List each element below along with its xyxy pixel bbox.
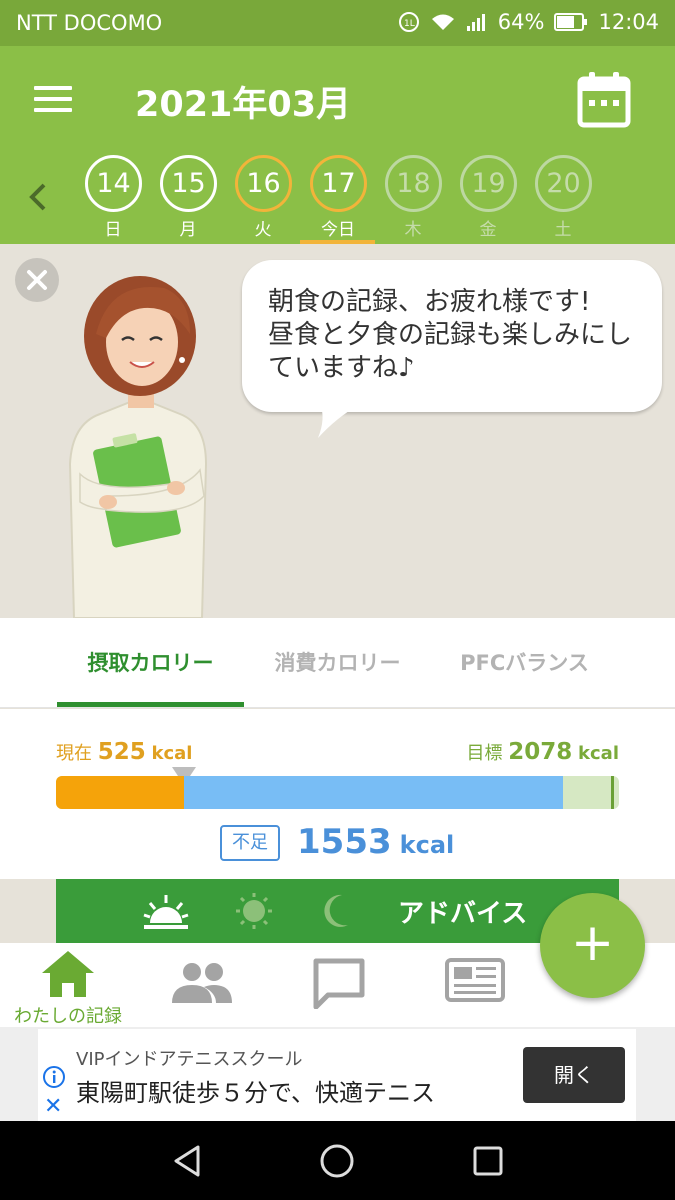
dinner-moon-icon (324, 894, 348, 927)
advisor-message-bubble: 朝食の記録、お疲れ様です! 昼食と夕食の記録も楽しみにし ていますね♪ (242, 260, 662, 412)
day-number: 14 (85, 155, 142, 212)
recents-icon[interactable] (470, 1143, 506, 1179)
day-number: 19 (460, 155, 517, 212)
ad-card[interactable]: ✕ VIPインドアテニススクール 東陽町駅徒歩５分で、快適テニス 開く (38, 1029, 636, 1121)
day-label: 火 (254, 220, 272, 240)
tab-active-indicator (57, 702, 244, 707)
goal-value: 2078 (508, 739, 573, 765)
ad-close-icon[interactable]: ✕ (44, 1096, 62, 1118)
advice-label: アドバイス (398, 899, 528, 929)
carrier-name: NTT DOCOMO (16, 11, 163, 35)
status-bar: NTT DOCOMO 1L 64% 12:04 (0, 0, 675, 46)
day-number: 20 (535, 155, 592, 212)
goal-calories: 目標 2078 kcal (467, 739, 619, 765)
ad-advertiser: VIPインドアテニススクール (76, 1049, 303, 1070)
day-18[interactable]: 18 木 (376, 152, 450, 244)
call-forward-icon: 1L (398, 11, 420, 33)
current-calories: 現在 525 kcal (56, 739, 192, 765)
home-circle-icon[interactable] (319, 1143, 355, 1179)
bubble-tail (300, 404, 360, 438)
deficit-value: 1553 (297, 822, 392, 862)
lunch-sun-icon (236, 893, 272, 929)
message-line-3: ていますね♪ (268, 353, 415, 383)
day-label: 今日 (321, 220, 355, 240)
home-icon (42, 951, 94, 997)
advice-button[interactable]: アドバイス (56, 879, 619, 943)
message-line-1: 朝食の記録、お疲れ様です! (268, 287, 591, 317)
advisor-character (60, 274, 220, 618)
app-header: 2021年03月 14 日 15 月 16 火 17 今日 18 木 19 金 … (0, 46, 675, 244)
current-value: 525 (97, 739, 146, 765)
day-number: 15 (160, 155, 217, 212)
nav-my-record-label: わたしの記録 (14, 1006, 122, 1027)
day-label: 土 (554, 220, 572, 240)
people-icon (172, 963, 232, 1003)
ad-banner: ✕ VIPインドアテニススクール 東陽町駅徒歩５分で、快適テニス 開く (0, 1027, 675, 1121)
day-label: 月 (179, 220, 197, 240)
day-number: 18 (385, 155, 442, 212)
menu-icon[interactable] (34, 86, 72, 114)
signal-icon (466, 12, 488, 32)
tab-burned-calories[interactable]: 消費カロリー (244, 618, 431, 708)
battery-icon (554, 13, 588, 31)
svg-text:1L: 1L (404, 19, 415, 29)
tab-pfc-balance[interactable]: PFCバランス (431, 618, 618, 708)
deficit-unit: kcal (399, 831, 455, 859)
calorie-summary: 現在 525 kcal 目標 2078 kcal 不足 1553 kcal (0, 709, 675, 879)
plus-icon: + (570, 913, 615, 973)
day-number: 16 (235, 155, 292, 212)
progress-goal-marker (611, 776, 614, 809)
month-title: 2021年03月 (135, 85, 352, 125)
day-20[interactable]: 20 土 (526, 152, 600, 244)
system-navigation-bar (0, 1121, 675, 1200)
day-14[interactable]: 14 日 (76, 152, 150, 244)
chat-icon (313, 958, 365, 1009)
ad-info-icon[interactable] (42, 1065, 66, 1089)
progress-remaining (184, 776, 563, 809)
goal-unit: kcal (578, 743, 619, 764)
back-icon[interactable] (170, 1143, 206, 1179)
progress-current (56, 776, 184, 809)
day-15[interactable]: 15 月 (151, 152, 225, 244)
day-19[interactable]: 19 金 (451, 152, 525, 244)
calorie-tabs: 摂取カロリー 消費カロリー PFCバランス (0, 618, 675, 708)
day-17-today[interactable]: 17 今日 (301, 152, 375, 244)
nav-my-record[interactable]: わたしの記録 (0, 943, 136, 1027)
prev-week-icon[interactable] (26, 182, 50, 212)
day-label: 日 (104, 220, 122, 240)
nav-community[interactable] (150, 943, 260, 1027)
breakfast-sunrise-icon (143, 895, 189, 929)
deficit-calories: 1553 kcal (297, 822, 454, 862)
close-icon[interactable] (15, 258, 59, 302)
current-unit: kcal (151, 743, 193, 764)
nav-news[interactable] (430, 943, 540, 1027)
ad-headline: 東陽町駅徒歩５分で、快適テニス (76, 1079, 436, 1107)
goal-label: 目標 (466, 743, 503, 764)
tab-intake-calories[interactable]: 摂取カロリー (57, 618, 244, 708)
current-label: 現在 (56, 743, 92, 764)
day-number: 17 (310, 155, 367, 212)
ad-open-button[interactable]: 開く (523, 1047, 625, 1103)
nav-messages[interactable] (290, 943, 400, 1027)
newspaper-icon (445, 958, 505, 1002)
advisor-scene: 朝食の記録、お疲れ様です! 昼食と夕食の記録も楽しみにし ていますね♪ (0, 244, 675, 618)
status-icons: 1L 64% 12:04 (398, 10, 659, 34)
wifi-icon (430, 12, 456, 32)
calorie-progress-bar (56, 776, 619, 809)
message-line-2: 昼食と夕食の記録も楽しみにし (268, 320, 633, 350)
day-16[interactable]: 16 火 (226, 152, 300, 244)
add-record-button[interactable]: + (540, 893, 645, 998)
day-label: 金 (479, 220, 497, 240)
deficit-badge: 不足 (220, 825, 280, 861)
calendar-icon[interactable] (577, 70, 631, 128)
clock: 12:04 (598, 10, 659, 34)
day-label: 木 (404, 220, 422, 240)
battery-percent: 64% (497, 10, 545, 34)
